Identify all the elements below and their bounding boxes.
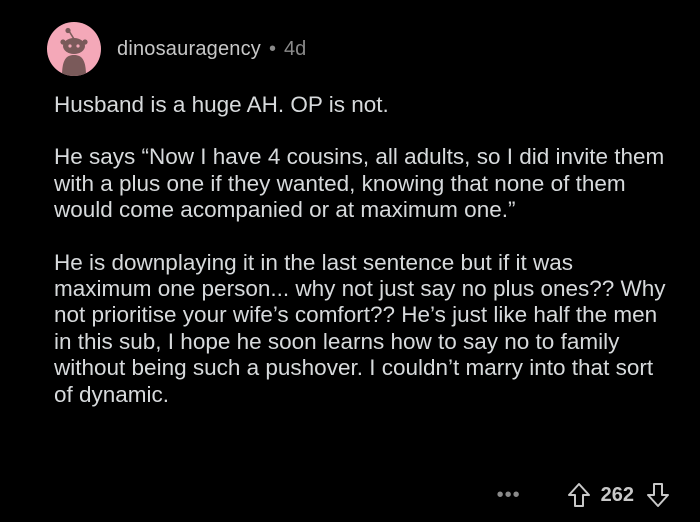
vote-score: 262 (600, 483, 634, 506)
avatar[interactable] (47, 22, 101, 76)
downvote-icon[interactable] (646, 482, 670, 508)
comment-body: Husband is a huge AH. OP is not. He says… (54, 92, 674, 434)
comment-paragraph: He is downplaying it in the last sentenc… (54, 249, 666, 407)
more-options-button[interactable]: ••• (497, 485, 521, 505)
upvote-icon[interactable] (567, 482, 591, 508)
comment-header: dinosauragency • 4d (47, 22, 306, 76)
comment-paragraph: He says “Now I have 4 cousins, all adult… (54, 144, 665, 223)
comment-age: 4d (284, 37, 307, 60)
comment-author[interactable]: dinosauragency (117, 38, 261, 61)
meta-separator: • (269, 37, 277, 60)
comment-actions: ••• 262 (497, 480, 670, 510)
snoo-avatar-icon (60, 27, 88, 76)
comment-paragraph: Husband is a huge AH. OP is not. (54, 92, 389, 117)
